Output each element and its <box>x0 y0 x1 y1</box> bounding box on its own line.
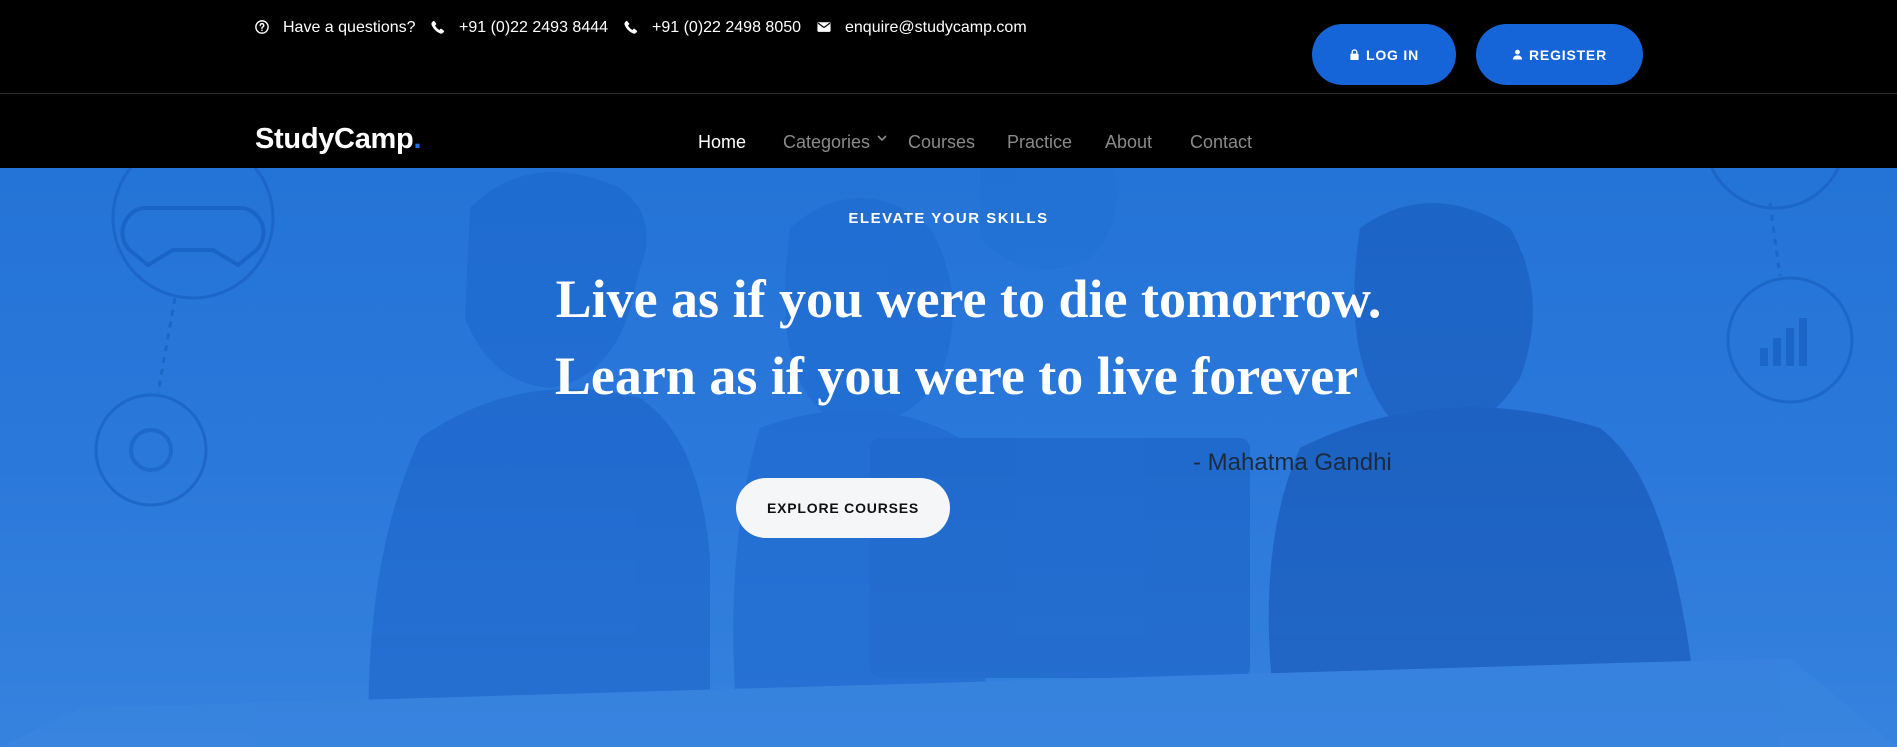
phone-contact-2[interactable]: +91 (0)22 2498 8050 <box>624 0 801 83</box>
nav-item-practice[interactable]: Practice <box>1007 132 1072 153</box>
hero-illustration <box>0 168 1897 747</box>
nav-item-categories[interactable]: Categories <box>783 132 870 153</box>
hero-eyebrow: ELEVATE YOUR SKILLS <box>848 210 1049 227</box>
gear-icon <box>129 428 173 472</box>
phone-contact-1[interactable]: +91 (0)22 2493 8444 <box>431 0 608 83</box>
phone-number-1[interactable]: +91 (0)22 2493 8444 <box>459 19 608 37</box>
nav-item-contact[interactable]: Contact <box>1190 132 1252 153</box>
top-bar: Have a questions? +91 (0)22 2493 8444 +9… <box>0 0 1897 94</box>
nav-item-home[interactable]: Home <box>698 132 746 153</box>
explore-courses-button[interactable]: EXPLORE COURSES <box>736 478 950 538</box>
user-icon <box>1512 49 1523 60</box>
question-contact: Have a questions? <box>255 0 416 83</box>
login-button[interactable]: LOG IN <box>1312 24 1456 85</box>
hero-quote-line-1: Live as if you were to die tomorrow. <box>555 269 1382 329</box>
question-text: Have a questions? <box>283 19 416 36</box>
login-label: LOG IN <box>1365 46 1420 63</box>
phone-number-2[interactable]: +91 (0)22 2498 8050 <box>652 19 801 37</box>
register-button[interactable]: REGISTER <box>1476 24 1643 85</box>
nav-item-about[interactable]: About <box>1105 132 1152 153</box>
logo-text: StudyCamp <box>255 123 414 155</box>
hero-quote-line-2: Learn as if you were to live forever <box>554 346 1359 406</box>
logo-dot: . <box>413 123 422 155</box>
phone-icon <box>431 20 447 36</box>
email-contact[interactable]: enquire@studycamp.com <box>817 0 1027 83</box>
chevron-down-icon[interactable] <box>876 131 888 143</box>
main-navbar: StudyCamp. Home Categories Courses Pract… <box>0 95 1897 168</box>
question-circle-icon <box>255 20 271 36</box>
envelope-icon <box>817 20 833 36</box>
site-logo[interactable]: StudyCamp. <box>255 123 421 156</box>
lock-icon <box>1350 49 1359 60</box>
email-address[interactable]: enquire@studycamp.com <box>845 19 1027 37</box>
quote-author: - Mahatma Gandhi <box>1193 449 1392 476</box>
hero-section: ELEVATE YOUR SKILLS Live as if you were … <box>0 168 1897 747</box>
nav-item-courses[interactable]: Courses <box>908 132 975 153</box>
register-label: REGISTER <box>1529 46 1607 63</box>
phone-icon <box>624 20 640 36</box>
